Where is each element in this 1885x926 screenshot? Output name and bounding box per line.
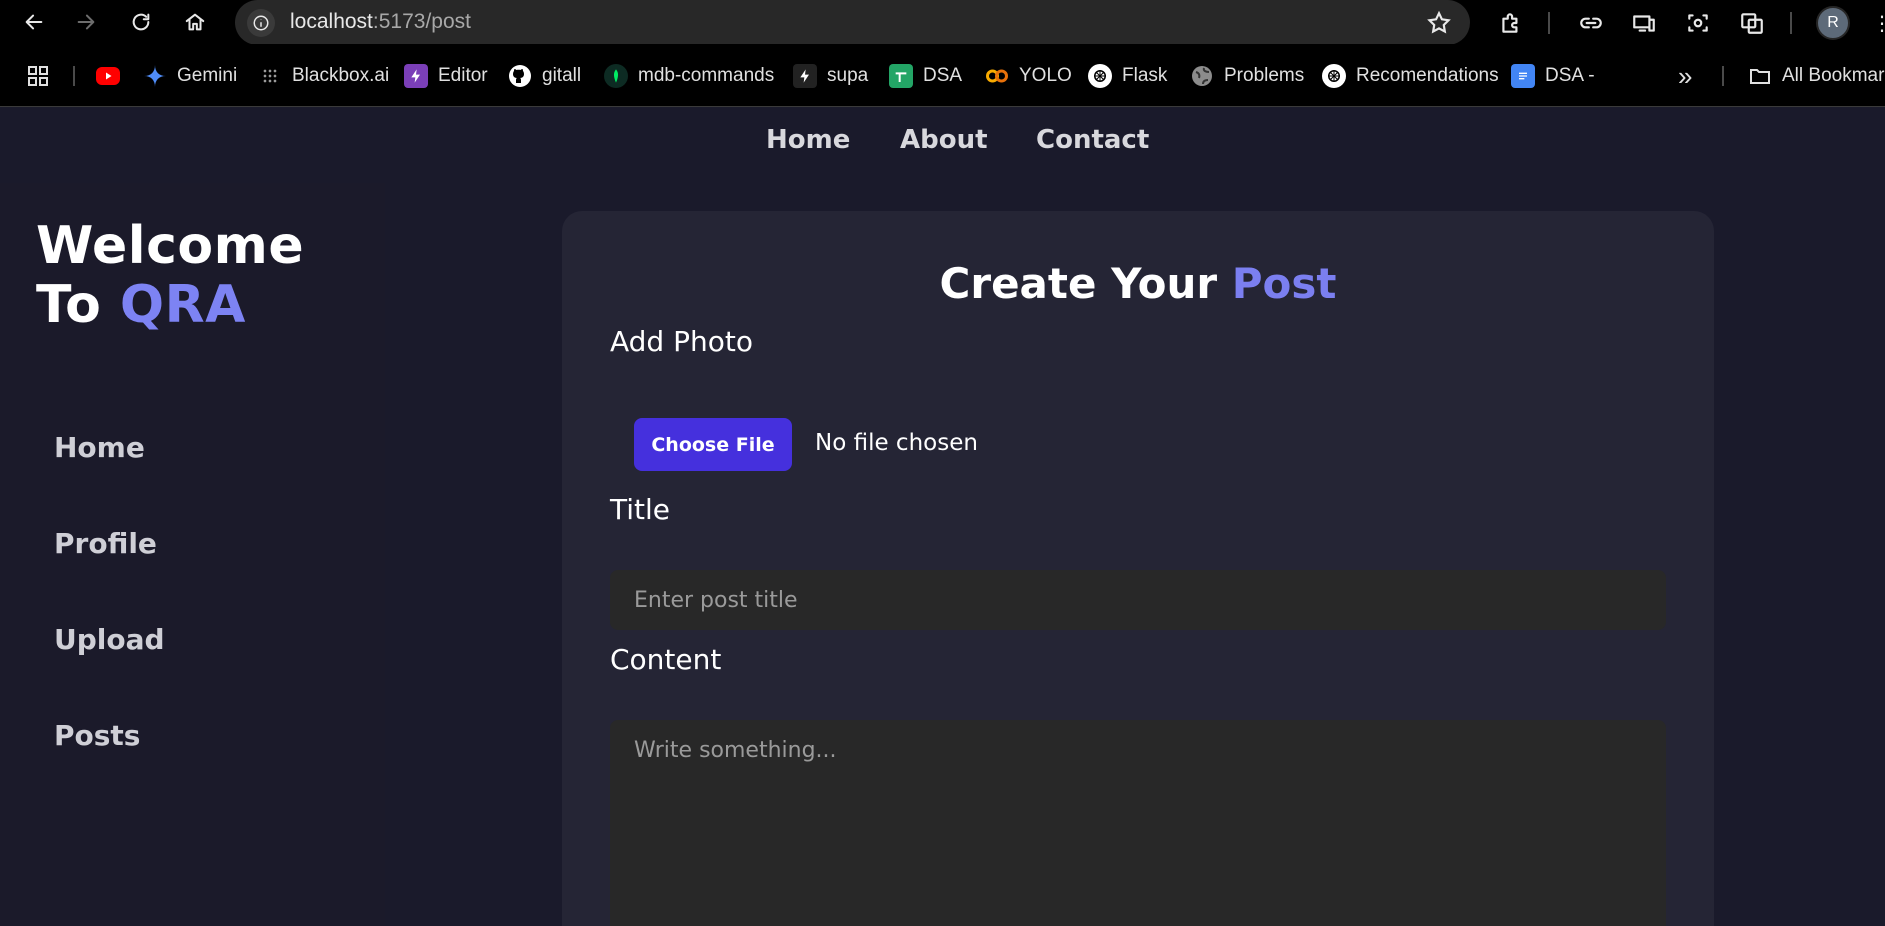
bookmark-recomendations[interactable]: Recomendations bbox=[1322, 63, 1499, 89]
app-page: Home About Contact Welcome To QRA Home P… bbox=[0, 108, 1885, 926]
url-host: localhost bbox=[290, 10, 373, 33]
forward-icon[interactable] bbox=[72, 8, 100, 36]
site-info-icon[interactable] bbox=[247, 9, 275, 37]
sidebar-item-posts[interactable]: Posts bbox=[54, 719, 140, 752]
bookmark-label: DSA bbox=[923, 65, 963, 86]
add-photo-label: Add Photo bbox=[610, 325, 753, 358]
post-title-input[interactable] bbox=[610, 570, 1666, 630]
apps-grid-icon[interactable] bbox=[26, 63, 50, 89]
address-bar[interactable]: localhost:5173/post bbox=[235, 0, 1470, 45]
file-status-text: No file chosen bbox=[815, 430, 978, 456]
bookmark-yolo[interactable]: YOLO bbox=[985, 63, 1072, 89]
menu-dots-icon[interactable]: ⋮ bbox=[1872, 12, 1885, 34]
extensions-icon[interactable] bbox=[1497, 9, 1525, 37]
sidebar-item-profile[interactable]: Profile bbox=[54, 527, 157, 560]
bookmark-gemini[interactable]: Gemini bbox=[143, 63, 237, 89]
bookmark-label: gitall bbox=[542, 65, 582, 86]
bookmark-label: Editor bbox=[438, 65, 488, 86]
sheets-icon bbox=[889, 64, 913, 88]
gemini-icon bbox=[143, 64, 167, 88]
reload-icon[interactable] bbox=[127, 8, 155, 36]
top-navigation: Home About Contact bbox=[0, 108, 1885, 183]
bookmark-label: mdb-commands bbox=[638, 65, 775, 86]
link-icon[interactable] bbox=[1577, 9, 1605, 37]
bookmark-editor[interactable]: Editor bbox=[404, 63, 488, 89]
page-title: Create Your Post bbox=[562, 259, 1714, 308]
brand-name: QRA bbox=[119, 275, 246, 335]
bookmark-youtube[interactable] bbox=[96, 63, 130, 89]
bookmark-supa[interactable]: supa bbox=[793, 63, 868, 89]
create-post-card: Create Your Post Add Photo Choose File N… bbox=[562, 211, 1714, 926]
title-main: Create Your bbox=[939, 259, 1218, 308]
screenshot-icon[interactable] bbox=[1684, 9, 1712, 37]
globe-icon bbox=[1190, 64, 1214, 88]
bookmark-flask[interactable]: Flask bbox=[1088, 63, 1167, 89]
welcome-heading: Welcome To QRA bbox=[36, 217, 304, 335]
bookmark-label: DSA - bbox=[1545, 65, 1595, 86]
sidebar: Welcome To QRA Home Profile Upload Posts bbox=[0, 183, 385, 926]
post-content-textarea[interactable] bbox=[610, 720, 1666, 926]
bookmarks-divider bbox=[73, 66, 75, 86]
url-text[interactable]: localhost:5173/post bbox=[290, 10, 471, 34]
profile-avatar[interactable]: R bbox=[1816, 6, 1850, 40]
bookmark-label: supa bbox=[827, 65, 869, 86]
bolt-icon bbox=[404, 64, 428, 88]
nav-contact-link[interactable]: Contact bbox=[1036, 125, 1149, 155]
github-icon bbox=[508, 64, 532, 88]
youtube-icon bbox=[96, 67, 120, 85]
bookmark-dsa-doc[interactable]: DSA - bbox=[1511, 63, 1595, 89]
bookmark-blackbox[interactable]: Blackbox.ai bbox=[258, 63, 389, 89]
bolt-icon bbox=[793, 64, 817, 88]
content-label: Content bbox=[610, 643, 722, 676]
bookmark-label: Flask bbox=[1122, 65, 1168, 86]
translate-icon[interactable] bbox=[1738, 9, 1766, 37]
openai-icon bbox=[1088, 64, 1112, 88]
url-path: :5173/post bbox=[372, 10, 471, 33]
docs-icon bbox=[1511, 64, 1535, 88]
bookmark-star-icon[interactable] bbox=[1426, 10, 1452, 36]
toolbar-divider bbox=[1790, 12, 1792, 34]
nav-home-link[interactable]: Home bbox=[766, 125, 850, 155]
sidebar-item-upload[interactable]: Upload bbox=[54, 623, 165, 656]
bookmark-label: Problems bbox=[1224, 65, 1305, 86]
bookmark-label: Blackbox.ai bbox=[292, 65, 390, 86]
title-label: Title bbox=[610, 493, 671, 526]
bookmark-mdb-commands[interactable]: mdb-commands bbox=[604, 63, 774, 89]
device-icon[interactable] bbox=[1630, 9, 1658, 37]
folder-icon bbox=[1748, 64, 1772, 88]
bookmarks-bar: Gemini Blackbox.ai Editor gitall mdb-com… bbox=[0, 44, 1885, 107]
bookmarks-divider bbox=[1722, 66, 1724, 86]
bookmark-gitall[interactable]: gitall bbox=[508, 63, 581, 89]
openai-icon bbox=[1322, 64, 1346, 88]
toolbar-divider bbox=[1548, 12, 1550, 34]
welcome-line-1: Welcome bbox=[36, 216, 305, 276]
mongodb-icon bbox=[604, 64, 628, 88]
bookmark-label: Recomendations bbox=[1356, 65, 1499, 86]
home-icon[interactable] bbox=[181, 8, 209, 36]
bookmark-dsa[interactable]: DSA bbox=[889, 63, 962, 89]
all-bookmarks-label: All Bookmarks bbox=[1782, 65, 1885, 86]
bookmarks-overflow-button[interactable]: » bbox=[1678, 61, 1692, 91]
sidebar-item-home[interactable]: Home bbox=[54, 431, 145, 464]
welcome-line-2: To QRA bbox=[36, 276, 304, 335]
all-bookmarks-button[interactable]: All Bookmarks bbox=[1748, 63, 1885, 89]
welcome-to: To bbox=[36, 275, 102, 335]
bookmark-label: Gemini bbox=[177, 65, 238, 86]
blackbox-icon bbox=[258, 64, 282, 88]
bookmark-problems[interactable]: Problems bbox=[1190, 63, 1304, 89]
nav-about-link[interactable]: About bbox=[900, 125, 988, 155]
back-icon[interactable] bbox=[20, 8, 48, 36]
bookmark-label: YOLO bbox=[1019, 65, 1072, 86]
colab-icon bbox=[985, 64, 1009, 88]
title-accent: Post bbox=[1231, 259, 1337, 308]
browser-toolbar: localhost:5173/post R ⋮ bbox=[0, 0, 1885, 45]
choose-file-button[interactable]: Choose File bbox=[634, 418, 792, 471]
